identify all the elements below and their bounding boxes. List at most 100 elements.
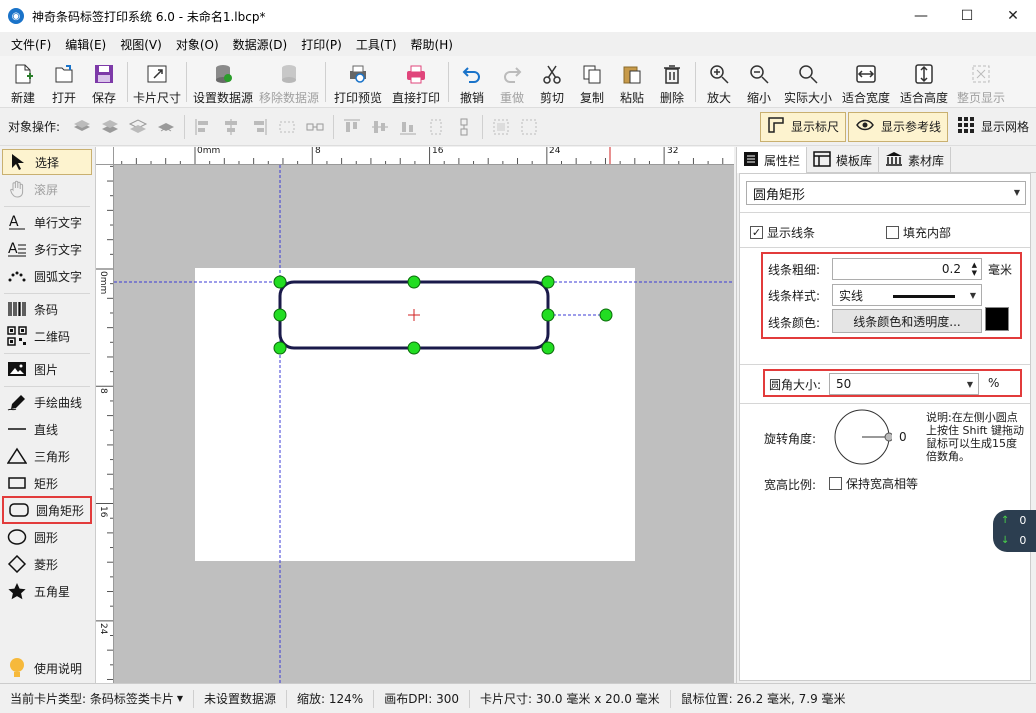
tab-materials[interactable]: 素材库 [879,147,952,173]
keep-aspect-checkbox[interactable]: 保持宽高相等 [829,475,918,492]
single-text-icon: A [6,211,28,233]
fill-inside-checkbox[interactable]: 填充内部 [886,224,951,241]
handle-top-middle [407,275,421,289]
full-page-button[interactable]: 整页显示 [953,56,1009,108]
save-button[interactable]: 保存 [84,56,124,108]
direct-print-button[interactable]: 直接打印 [387,56,445,108]
rotation-dial[interactable] [832,409,892,469]
tab-properties[interactable]: 属性栏 [737,147,808,173]
line-color-button[interactable]: 线条颜色和透明度... [832,309,982,333]
menu-tools[interactable]: 工具(T) [349,36,404,53]
qrcode-icon [6,325,28,347]
align-bottom-icon[interactable] [397,116,419,138]
fit-width-button[interactable]: 适合宽度 [837,56,895,108]
section-divider [740,247,1030,248]
print-preview-button[interactable]: 打印预览 [329,56,387,108]
menu-help[interactable]: 帮助(H) [404,36,460,53]
actual-size-button[interactable]: 实际大小 [779,56,837,108]
remove-datasource-button[interactable]: 移除数据源 [256,56,322,108]
status-dpi: 画布DPI: 300 [374,689,470,708]
rotation-label: 旋转角度: [764,432,817,446]
ruler-h-label-16: 16 [432,147,444,156]
copy-button[interactable]: 复制 [572,56,612,108]
tool-scroll[interactable]: 滚屏 [2,176,92,202]
cut-button[interactable]: 剪切 [532,56,572,108]
tool-line[interactable]: 直线 [2,416,92,442]
show-line-checkbox[interactable]: ✓ 显示线条 [750,224,815,241]
tool-barcode[interactable]: 条码 [2,296,92,322]
show-ruler-toggle[interactable]: 显示标尺 [759,111,846,142]
object-type-select[interactable]: 圆角矩形 ▼ [746,181,1026,205]
close-button[interactable]: ✕ [990,0,1036,32]
same-width-icon[interactable] [304,116,326,138]
tool-rounded-rect[interactable]: 圆角矩形 [2,496,92,524]
align-top-icon[interactable] [341,116,363,138]
tool-circle[interactable]: 圆形 [2,524,92,550]
maximize-button[interactable]: ☐ [944,0,990,32]
card-size-button[interactable]: 卡片尺寸 [131,56,183,108]
zoom-in-button[interactable]: 放大 [699,56,739,108]
menu-edit[interactable]: 编辑(E) [58,36,113,53]
tool-star[interactable]: 五角星 [2,578,92,604]
floating-badge[interactable]: ↑ 0 ↓ 0 [993,510,1036,552]
undo-button[interactable]: 撤销 [452,56,492,108]
zoom-out-button[interactable]: 缩小 [739,56,779,108]
menu-file[interactable]: 文件(F) [4,36,58,53]
center-mark-icon [408,309,420,321]
ungroup-icon[interactable] [518,116,540,138]
tool-freehand[interactable]: 手绘曲线 [2,389,92,415]
new-file-icon [11,62,35,86]
align-right-icon[interactable] [248,116,270,138]
distribute-v-icon[interactable] [425,116,447,138]
tool-arc-text[interactable]: 圆弧文字 [2,263,92,289]
show-grid-toggle[interactable]: 显示网格 [950,112,1036,142]
paste-button[interactable]: 粘贴 [612,56,652,108]
line-width-spinbox[interactable]: 0.2 ▲ ▼ [832,258,982,280]
menu-print[interactable]: 打印(P) [294,36,349,53]
tab-templates[interactable]: 模板库 [807,147,880,173]
group-icon[interactable] [490,116,512,138]
minimize-button[interactable]: — [898,0,944,32]
tool-multi-text[interactable]: A 多行文字 [2,236,92,262]
line-color-swatch[interactable] [985,307,1009,331]
align-left-icon[interactable] [192,116,214,138]
tool-rectangle[interactable]: 矩形 [2,470,92,496]
dropdown-arrow-icon: ▼ [176,694,184,703]
checkbox-box [829,477,842,490]
status-card-type[interactable]: 当前卡片类型: 条码标签类卡片 ▼ [0,689,195,708]
align-center-h-icon[interactable] [220,116,242,138]
align-middle-v-icon[interactable] [369,116,391,138]
menu-view[interactable]: 视图(V) [113,36,169,53]
menu-object[interactable]: 对象(O) [169,36,226,53]
object-ops-label: 对象操作: [8,120,61,134]
send-backward-icon[interactable] [127,116,149,138]
line-style-select[interactable]: 实线 ▼ [832,284,982,306]
corner-size-select[interactable]: 50 ▼ [829,373,979,395]
tool-single-text[interactable]: A 单行文字 [2,209,92,235]
tool-image[interactable]: 图片 [2,356,92,382]
vertical-ruler-ticks [96,165,113,680]
canvas-workarea[interactable] [114,165,734,683]
show-guides-toggle[interactable]: 显示参考线 [847,111,948,142]
bring-forward-icon[interactable] [99,116,121,138]
magnifier-icon [796,62,820,86]
fit-height-button[interactable]: 适合高度 [895,56,953,108]
menu-datasource[interactable]: 数据源(D) [226,36,295,53]
distribute-h-icon[interactable] [276,116,298,138]
tool-help[interactable]: 使用说明 [2,655,92,681]
ruler-v-label-24: 24 [98,623,108,635]
tool-qrcode[interactable]: 二维码 [2,323,92,349]
open-button[interactable]: 打开 [44,56,84,108]
new-button[interactable]: 新建 [2,56,44,108]
tool-diamond[interactable]: 菱形 [2,551,92,577]
redo-button[interactable]: 重做 [492,56,532,108]
same-height-icon[interactable] [453,116,475,138]
tool-triangle[interactable]: 三角形 [2,443,92,469]
barcode-icon [6,298,28,320]
bring-front-icon[interactable] [71,116,93,138]
send-back-icon[interactable] [155,116,177,138]
ops-separator [482,114,484,139]
set-datasource-button[interactable]: 设置数据源 [190,56,256,108]
tool-select[interactable]: 选择 [2,149,92,175]
delete-button[interactable]: 删除 [652,56,692,108]
